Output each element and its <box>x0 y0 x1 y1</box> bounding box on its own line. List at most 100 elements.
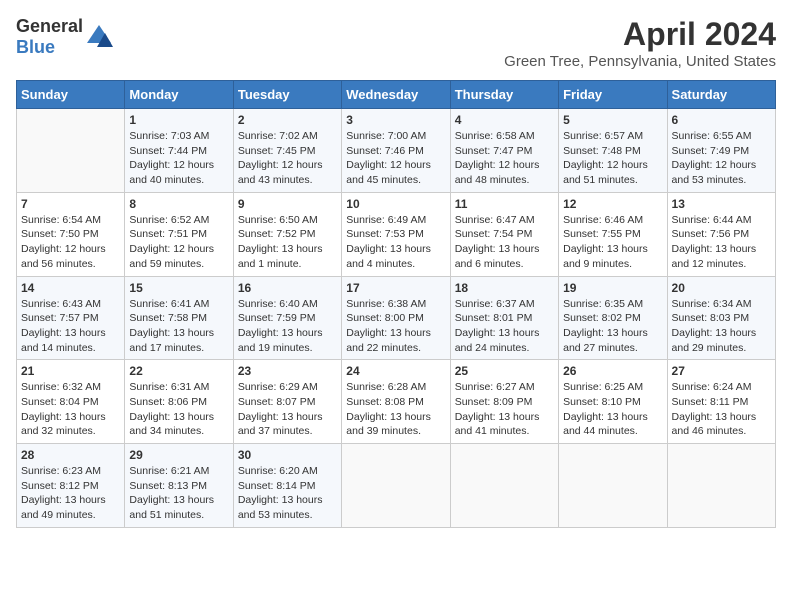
day-number: 29 <box>129 448 228 462</box>
main-title: April 2024 <box>504 16 776 53</box>
day-detail: Sunrise: 6:35 AM Sunset: 8:02 PM Dayligh… <box>563 297 662 356</box>
day-number: 28 <box>21 448 120 462</box>
calendar-week-row: 14Sunrise: 6:43 AM Sunset: 7:57 PM Dayli… <box>17 276 776 360</box>
day-number: 8 <box>129 197 228 211</box>
day-detail: Sunrise: 6:38 AM Sunset: 8:00 PM Dayligh… <box>346 297 445 356</box>
calendar-cell <box>667 444 775 528</box>
calendar-cell: 7Sunrise: 6:54 AM Sunset: 7:50 PM Daylig… <box>17 192 125 276</box>
calendar-cell: 8Sunrise: 6:52 AM Sunset: 7:51 PM Daylig… <box>125 192 233 276</box>
day-detail: Sunrise: 6:21 AM Sunset: 8:13 PM Dayligh… <box>129 464 228 523</box>
calendar-cell: 5 Sunrise: 6:57 AM Sunset: 7:48 PM Daylig… <box>559 109 667 193</box>
subtitle: Green Tree, Pennsylvania, United States <box>504 53 776 70</box>
page-header: General Blue April 2024 Green Tree, Penn… <box>16 16 776 70</box>
calendar-cell: 21 Sunrise: 6:32 AM Sunset: 8:04 PM Dayli… <box>17 360 125 444</box>
day-number: 19 <box>563 281 662 295</box>
day-number: 17 <box>346 281 445 295</box>
day-detail: Sunrise: 6:34 AM Sunset: 8:03 PM Dayligh… <box>672 297 771 356</box>
day-number: 1 <box>129 113 228 127</box>
calendar-cell: 2 Sunrise: 7:02 AM Sunset: 7:45 PM Daylig… <box>233 109 341 193</box>
day-number: 5 <box>563 113 662 127</box>
calendar-day-header: Thursday <box>450 81 558 109</box>
day-number: 30 <box>238 448 337 462</box>
calendar-week-row: 28 Sunrise: 6:23 AM Sunset: 8:12 PM Dayli… <box>17 444 776 528</box>
day-detail: Sunrise: 6:58 AM Sunset: 7:47 PM Dayligh… <box>455 129 554 188</box>
logo-general: General <box>16 16 83 36</box>
day-detail: Sunrise: 6:40 AM Sunset: 7:59 PM Dayligh… <box>238 297 337 356</box>
calendar-cell: 23 Sunrise: 6:29 AM Sunset: 8:07 PM Dayli… <box>233 360 341 444</box>
day-detail: Sunrise: 7:02 AM Sunset: 7:45 PM Dayligh… <box>238 129 337 188</box>
calendar-cell: 11Sunrise: 6:47 AM Sunset: 7:54 PM Dayli… <box>450 192 558 276</box>
day-detail: Sunrise: 6:24 AM Sunset: 8:11 PM Dayligh… <box>672 380 771 439</box>
title-block: April 2024 Green Tree, Pennsylvania, Uni… <box>504 16 776 70</box>
calendar-cell: 14Sunrise: 6:43 AM Sunset: 7:57 PM Dayli… <box>17 276 125 360</box>
day-number: 22 <box>129 364 228 378</box>
day-number: 3 <box>346 113 445 127</box>
day-number: 18 <box>455 281 554 295</box>
day-number: 10 <box>346 197 445 211</box>
day-number: 27 <box>672 364 771 378</box>
day-number: 6 <box>672 113 771 127</box>
day-number: 9 <box>238 197 337 211</box>
calendar-cell: 16 Sunrise: 6:40 AM Sunset: 7:59 PM Dayli… <box>233 276 341 360</box>
calendar-cell: 26 Sunrise: 6:25 AM Sunset: 8:10 PM Dayli… <box>559 360 667 444</box>
day-detail: Sunrise: 6:31 AM Sunset: 8:06 PM Dayligh… <box>129 380 228 439</box>
calendar-header-row: SundayMondayTuesdayWednesdayThursdayFrid… <box>17 81 776 109</box>
calendar-cell: 20 Sunrise: 6:34 AM Sunset: 8:03 PM Dayli… <box>667 276 775 360</box>
calendar-cell: 24 Sunrise: 6:28 AM Sunset: 8:08 PM Dayli… <box>342 360 450 444</box>
day-detail: Sunrise: 6:32 AM Sunset: 8:04 PM Dayligh… <box>21 380 120 439</box>
day-number: 14 <box>21 281 120 295</box>
calendar-cell: 30 Sunrise: 6:20 AM Sunset: 8:14 PM Dayli… <box>233 444 341 528</box>
calendar-cell: 6 Sunrise: 6:55 AM Sunset: 7:49 PM Daylig… <box>667 109 775 193</box>
day-number: 4 <box>455 113 554 127</box>
day-number: 16 <box>238 281 337 295</box>
calendar-day-header: Sunday <box>17 81 125 109</box>
logo-blue: Blue <box>16 37 55 57</box>
day-detail: Sunrise: 6:47 AM Sunset: 7:54 PM Dayligh… <box>455 213 554 272</box>
calendar-day-header: Tuesday <box>233 81 341 109</box>
calendar-table: SundayMondayTuesdayWednesdayThursdayFrid… <box>16 80 776 528</box>
day-detail: Sunrise: 6:20 AM Sunset: 8:14 PM Dayligh… <box>238 464 337 523</box>
calendar-cell: 1 Sunrise: 7:03 AM Sunset: 7:44 PM Daylig… <box>125 109 233 193</box>
day-detail: Sunrise: 6:23 AM Sunset: 8:12 PM Dayligh… <box>21 464 120 523</box>
calendar-week-row: 7Sunrise: 6:54 AM Sunset: 7:50 PM Daylig… <box>17 192 776 276</box>
calendar-cell <box>450 444 558 528</box>
calendar-day-header: Wednesday <box>342 81 450 109</box>
calendar-week-row: 21 Sunrise: 6:32 AM Sunset: 8:04 PM Dayli… <box>17 360 776 444</box>
calendar-cell: 27 Sunrise: 6:24 AM Sunset: 8:11 PM Dayli… <box>667 360 775 444</box>
day-number: 25 <box>455 364 554 378</box>
day-number: 21 <box>21 364 120 378</box>
calendar-cell <box>17 109 125 193</box>
day-number: 13 <box>672 197 771 211</box>
day-detail: Sunrise: 6:57 AM Sunset: 7:48 PM Dayligh… <box>563 129 662 188</box>
day-detail: Sunrise: 6:55 AM Sunset: 7:49 PM Dayligh… <box>672 129 771 188</box>
day-detail: Sunrise: 6:29 AM Sunset: 8:07 PM Dayligh… <box>238 380 337 439</box>
day-detail: Sunrise: 6:28 AM Sunset: 8:08 PM Dayligh… <box>346 380 445 439</box>
calendar-cell: 9Sunrise: 6:50 AM Sunset: 7:52 PM Daylig… <box>233 192 341 276</box>
day-detail: Sunrise: 6:49 AM Sunset: 7:53 PM Dayligh… <box>346 213 445 272</box>
day-number: 20 <box>672 281 771 295</box>
calendar-cell: 29 Sunrise: 6:21 AM Sunset: 8:13 PM Dayli… <box>125 444 233 528</box>
day-number: 7 <box>21 197 120 211</box>
day-number: 2 <box>238 113 337 127</box>
calendar-cell <box>559 444 667 528</box>
calendar-cell: 25 Sunrise: 6:27 AM Sunset: 8:09 PM Dayli… <box>450 360 558 444</box>
day-detail: Sunrise: 7:03 AM Sunset: 7:44 PM Dayligh… <box>129 129 228 188</box>
calendar-day-header: Saturday <box>667 81 775 109</box>
day-detail: Sunrise: 6:27 AM Sunset: 8:09 PM Dayligh… <box>455 380 554 439</box>
calendar-cell: 15Sunrise: 6:41 AM Sunset: 7:58 PM Dayli… <box>125 276 233 360</box>
calendar-cell: 22 Sunrise: 6:31 AM Sunset: 8:06 PM Dayli… <box>125 360 233 444</box>
day-detail: Sunrise: 7:00 AM Sunset: 7:46 PM Dayligh… <box>346 129 445 188</box>
calendar-cell <box>342 444 450 528</box>
day-number: 24 <box>346 364 445 378</box>
calendar-cell: 10 Sunrise: 6:49 AM Sunset: 7:53 PM Dayli… <box>342 192 450 276</box>
day-number: 12 <box>563 197 662 211</box>
day-detail: Sunrise: 6:46 AM Sunset: 7:55 PM Dayligh… <box>563 213 662 272</box>
day-detail: Sunrise: 6:25 AM Sunset: 8:10 PM Dayligh… <box>563 380 662 439</box>
calendar-cell: 17 Sunrise: 6:38 AM Sunset: 8:00 PM Dayli… <box>342 276 450 360</box>
day-number: 23 <box>238 364 337 378</box>
calendar-day-header: Friday <box>559 81 667 109</box>
day-detail: Sunrise: 6:41 AM Sunset: 7:58 PM Dayligh… <box>129 297 228 356</box>
day-number: 26 <box>563 364 662 378</box>
calendar-cell: 28 Sunrise: 6:23 AM Sunset: 8:12 PM Dayli… <box>17 444 125 528</box>
calendar-day-header: Monday <box>125 81 233 109</box>
